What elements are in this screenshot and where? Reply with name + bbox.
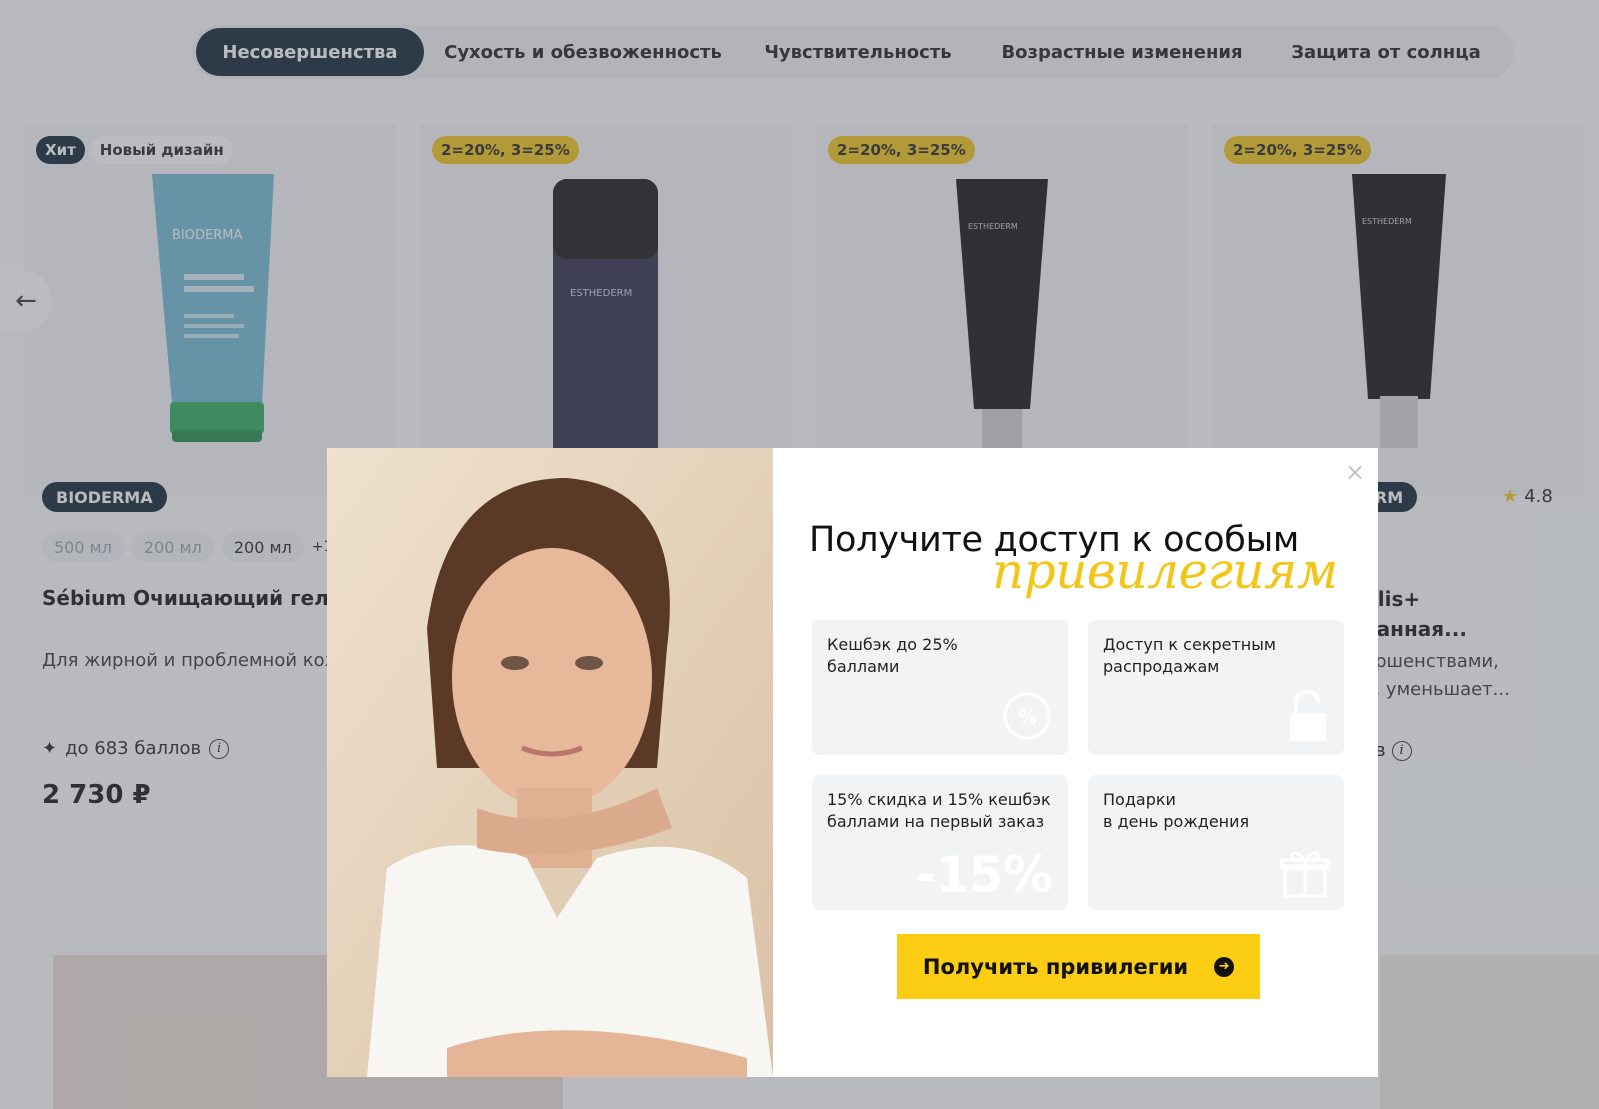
get-privileges-button[interactable]: Получить привилегии ➜ — [897, 934, 1260, 999]
arrow-right-icon: ➜ — [1214, 956, 1235, 977]
privileges-modal: × Получите доступ к особым привилегиям К… — [327, 448, 1378, 1077]
benefit-card-birthday: Подарки в день рождения — [1088, 775, 1344, 910]
woman-portrait-image — [327, 448, 773, 1077]
model-photo — [327, 448, 773, 1077]
close-icon[interactable]: × — [1343, 460, 1367, 484]
benefit-card-cashback: Кешбэк до 25% баллами % — [812, 620, 1068, 755]
svg-text:%: % — [1018, 705, 1037, 729]
benefit-card-first-order: 15% скидка и 15% кешбэк баллами на первы… — [812, 775, 1068, 910]
discount-graphic: -15% — [915, 846, 1053, 904]
modal-heading-accent: привилегиям — [992, 542, 1338, 600]
unlock-icon — [1290, 689, 1326, 741]
gift-icon — [1280, 851, 1330, 898]
benefit-card-secret-sales: Доступ к секретным распродажам — [1088, 620, 1344, 755]
percent-tag-icon: % — [1003, 692, 1051, 740]
